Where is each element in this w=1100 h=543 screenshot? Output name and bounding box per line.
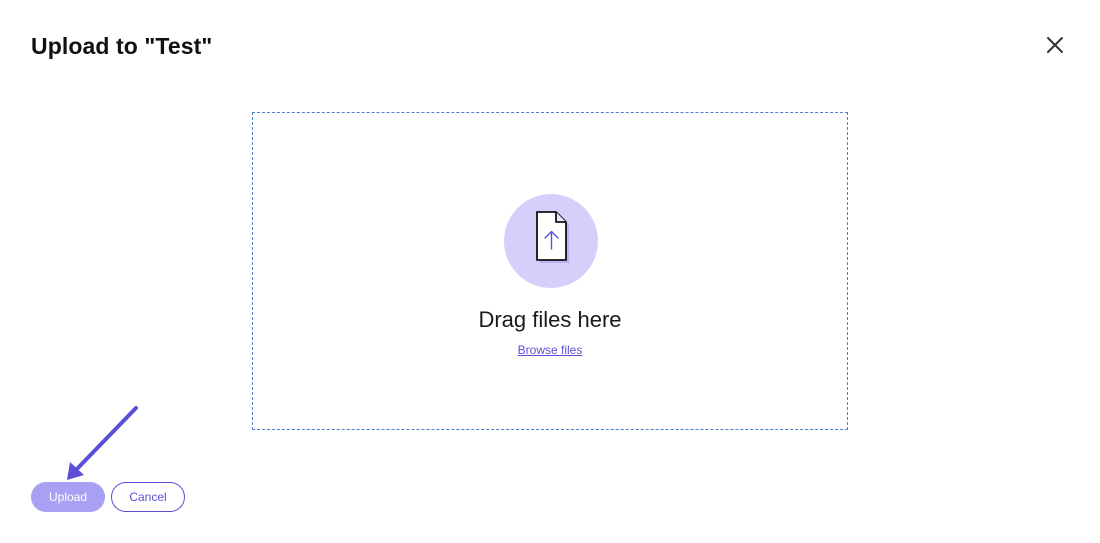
close-icon (1047, 37, 1063, 53)
browse-files-link[interactable]: Browse files (518, 343, 583, 357)
file-upload-icon (536, 211, 569, 263)
file-dropzone[interactable]: Drag files here Browse files (252, 112, 848, 430)
upload-dialog: Upload to "Test" Drag files here Browse … (0, 0, 1100, 543)
drag-files-text: Drag files here (478, 307, 622, 332)
browse-files-wrapper: Browse files (253, 342, 847, 358)
close-button[interactable] (1043, 33, 1067, 57)
arrow-pointer-icon (67, 406, 138, 480)
dialog-title: Upload to "Test" (31, 33, 213, 59)
file-upload-icon-circle (504, 194, 598, 288)
upload-button[interactable]: Upload (31, 482, 105, 512)
cancel-button[interactable]: Cancel (111, 482, 185, 512)
